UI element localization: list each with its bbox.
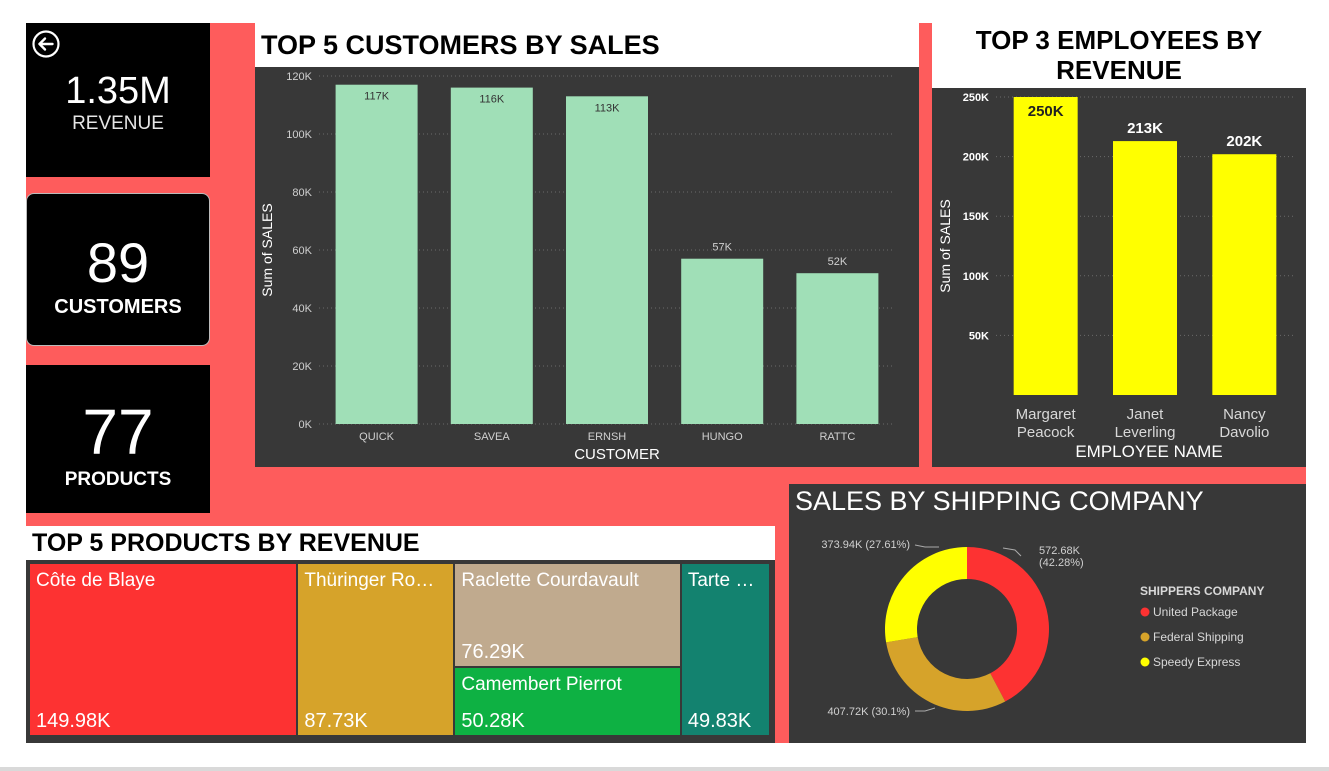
y-tick-label: 200K (963, 152, 989, 164)
bar-data-label: 57K (712, 242, 732, 254)
legend-item-label: United Package (1153, 605, 1238, 619)
treemap-tile-value: 49.83K (687, 710, 752, 732)
treemap-tile[interactable]: Côte de Blaye 149.98K (30, 564, 297, 735)
bar-data-label: 117K (364, 91, 390, 103)
slice-leader-line (914, 544, 939, 548)
y-tick-label: 100K (286, 129, 312, 141)
legend-marker (1140, 632, 1150, 642)
x-tick-label: ERNSH (588, 431, 627, 443)
legend-item-label: Speedy Express (1153, 655, 1240, 669)
products-card: 77 PRODUCTS (26, 365, 210, 513)
y-tick-label: 50K (969, 330, 989, 342)
slice-data-label: 572.68K (1039, 545, 1081, 557)
slice-leader-line (915, 707, 936, 712)
treemap-tile[interactable]: Raclette Courdavault 76.29K (455, 564, 680, 667)
customers-chart-title: TOP 5 CUSTOMERS BY SALES (255, 23, 919, 67)
back-arrow-icon[interactable] (31, 29, 61, 59)
customer-bar (796, 273, 879, 424)
customers-label: CUSTOMERS (54, 296, 182, 318)
legend-item-label: Federal Shipping (1153, 630, 1244, 644)
y-tick-label: 100K (963, 271, 989, 283)
x-tick-label: RATTC (819, 431, 855, 443)
products-chart-title: TOP 5 PRODUCTS BY REVENUE (26, 526, 775, 560)
donut-slice (886, 637, 1006, 711)
customer-bar (335, 84, 418, 424)
y-tick-label: 60K (292, 245, 312, 257)
customers-bar-chart: 0K 20K 40K 60K 80K 100K 120K 117K QUICK 116K SAVEA… (259, 71, 895, 463)
treemap-tile-name: Camembert Pierrot (461, 674, 622, 696)
y-tick-label: 40K (292, 303, 312, 315)
bar-data-label: 250K (1028, 103, 1064, 120)
x-tick-label-line2: Davolio (1219, 424, 1269, 441)
products-treemap[interactable]: Côte de Blaye 149.98K Thüringer Ro… 87.73K R… (26, 560, 775, 743)
legend-marker (1140, 607, 1150, 617)
y-tick-label: 120K (286, 71, 312, 83)
x-tick-label-line1: Nancy (1223, 406, 1266, 423)
x-tick-label: SAVEA (474, 431, 511, 443)
bar-data-label: 52K (828, 256, 848, 268)
employee-bar (1212, 154, 1277, 395)
slice-data-label: (42.28%) (1039, 557, 1084, 569)
customers-card[interactable]: 89 CUSTOMERS (26, 193, 210, 346)
customer-bar (681, 258, 764, 424)
y-tick-label: 80K (292, 187, 312, 199)
employees-bar-chart: 50K 100K 150K 200K 250K 250K MargaretPeacock 21… (937, 92, 1294, 461)
customers-chart-panel[interactable]: 0K 20K 40K 60K 80K 100K 120K 117K QUICK 116K SAVEA… (255, 67, 919, 467)
x-axis-label: EMPLOYEE NAME (1075, 442, 1222, 461)
treemap-tile-name: Côte de Blaye (36, 570, 156, 591)
legend-title: SHIPPERS COMPANY (1140, 584, 1264, 598)
treemap-tile[interactable]: Thüringer Ro… 87.73K (298, 564, 454, 735)
customers-value: 89 (86, 231, 150, 294)
treemap-tile-value: 149.98K (36, 710, 111, 732)
y-axis-label: Sum of SALES (937, 199, 953, 292)
x-tick-label: HUNGO (702, 431, 743, 443)
revenue-value: 1.35M (65, 70, 171, 112)
employees-chart-title-line1: TOP 3 EMPLOYEES BY (975, 25, 1263, 55)
shipping-donut-chart: 572.68K(42.28%) 373.94K (27.61%) 407.72K (… (821, 539, 1264, 718)
bar-data-label: 202K (1226, 133, 1262, 150)
y-axis-label: Sum of SALES (259, 203, 275, 296)
treemap-tile-name: Raclette Courdavault (461, 570, 639, 591)
bar-data-label: 116K (479, 94, 505, 106)
bar-data-label: 213K (1127, 120, 1163, 137)
dashboard-canvas: 1.35M REVENUE 89 CUSTOMERS 77 PRODUCTS T… (0, 0, 1329, 771)
employee-bar (1013, 97, 1078, 395)
donut-slice (885, 547, 967, 643)
products-value: 77 (82, 396, 154, 468)
shipping-chart-panel[interactable]: SALES BY SHIPPING COMPANY 572.68K (42.28%… (789, 484, 1306, 743)
y-tick-label: 0K (299, 419, 313, 431)
x-axis-label: CUSTOMER (574, 446, 660, 463)
revenue-label: REVENUE (72, 113, 164, 134)
customer-bar (450, 87, 533, 424)
x-tick-label: QUICK (359, 431, 395, 443)
treemap-tile-value: 50.28K (461, 709, 525, 732)
treemap-tile[interactable]: Tarte … 49.83K (681, 564, 769, 735)
treemap-tile-value: 76.29K (461, 641, 525, 664)
employees-chart-title: TOP 3 EMPLOYEES BY REVENUE (932, 23, 1306, 88)
x-tick-label-line2: Leverling (1115, 424, 1176, 441)
y-tick-label: 150K (963, 211, 989, 223)
treemap-tile-name: Tarte … (687, 570, 755, 591)
slice-data-label: 373.94K (27.61%) (821, 539, 910, 551)
y-tick-label: 20K (292, 361, 312, 373)
slice-leader-line (1002, 547, 1022, 557)
treemap-tile-value: 87.73K (304, 710, 368, 732)
employees-chart-title-line2: REVENUE (1056, 55, 1182, 85)
x-tick-label-line2: Peacock (1017, 424, 1075, 441)
treemap-tile-name: Thüringer Ro… (304, 570, 435, 591)
products-label: PRODUCTS (64, 469, 172, 490)
employee-bar (1113, 141, 1177, 395)
treemap-tile[interactable]: Camembert Pierrot 50.28K (455, 668, 680, 735)
bar-data-label: 113K (595, 102, 621, 114)
x-tick-label-line1: Margaret (1016, 406, 1077, 423)
slice-data-label: 407.72K (30.1%) (827, 706, 910, 718)
employees-chart-panel[interactable]: 50K 100K 150K 200K 250K 250K Margaret Peacock 21… (932, 88, 1306, 467)
y-tick-label: 250K (963, 92, 989, 104)
customer-bar (566, 96, 648, 425)
x-tick-label-line1: Janet (1127, 406, 1165, 423)
legend-marker (1140, 657, 1150, 667)
